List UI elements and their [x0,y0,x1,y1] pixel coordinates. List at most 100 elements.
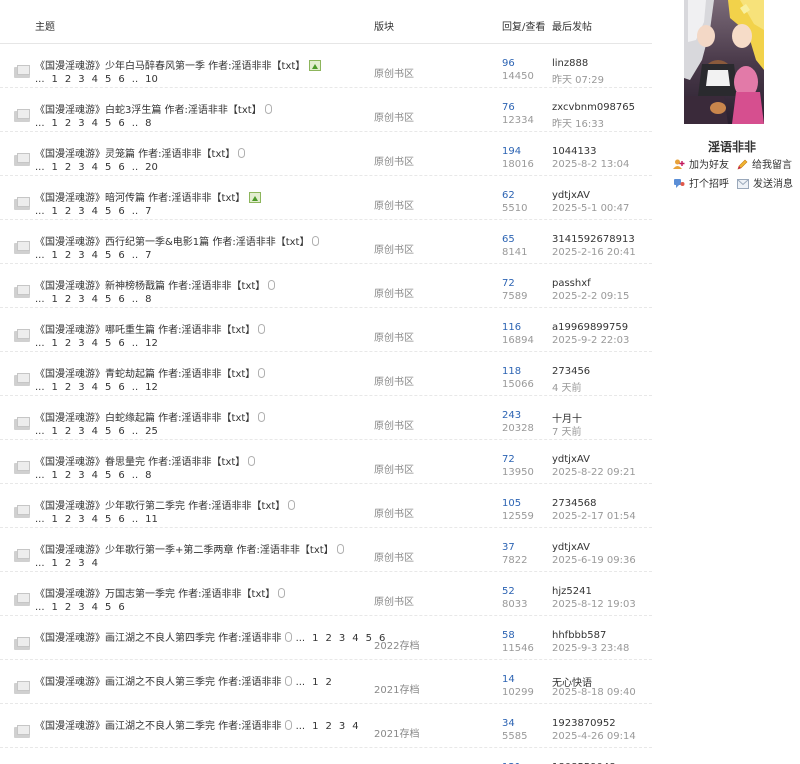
page-link[interactable]: 1 [52,382,58,393]
board-link[interactable]: 2021存档 [374,681,419,696]
page-link[interactable]: ... [35,118,45,129]
page-link[interactable]: 5 [366,633,372,644]
reply-count[interactable]: 76 [502,102,515,113]
page-link[interactable]: 2 [65,426,71,437]
last-poster-link[interactable]: 1044133 [552,146,597,157]
last-post-time[interactable]: 2025-2-16 20:41 [552,247,636,258]
thread-title[interactable]: 《国漫淫魂游》暗河传篇 作者:淫语非非【txt】 [35,193,245,204]
page-link[interactable]: 2 [65,118,71,129]
page-link[interactable]: .. [132,118,138,129]
reply-count[interactable]: 194 [502,146,521,157]
board-link[interactable]: 2022存档 [374,637,419,652]
page-link[interactable]: 2 [65,206,71,217]
reply-count[interactable]: 58 [502,630,515,641]
reply-count[interactable]: 72 [502,278,515,289]
reply-count[interactable]: 72 [502,454,515,465]
page-link[interactable]: 6 [118,294,124,305]
thread-title[interactable]: 《国漫淫魂游》画江湖之不良人第二季完 作者:淫语非非 [35,721,282,732]
page-link[interactable]: 4 [92,382,98,393]
page-link[interactable]: 6 [118,250,124,261]
page-link[interactable]: 5 [105,382,111,393]
thread-title-link[interactable]: 《国漫淫魂游》万国志第一季完 作者:淫语非非【txt】 [35,585,286,600]
board-link[interactable]: 原创书区 [374,373,414,388]
page-link[interactable]: ... [35,426,45,437]
page-link[interactable]: 4 [92,514,98,525]
page-link[interactable]: ... [35,558,45,569]
page-link[interactable]: .. [132,294,138,305]
last-post-time[interactable]: 7 天前 [552,423,582,438]
page-link[interactable]: 2 [325,677,331,688]
page-link[interactable]: 5 [105,470,111,481]
thread-title-link[interactable]: 《国漫淫魂游》少年歌行第二季完 作者:淫语非非【txt】 [35,497,296,512]
page-link[interactable]: 4 [92,74,98,85]
page-link[interactable]: .. [132,162,138,173]
page-link[interactable]: 2 [65,558,71,569]
thread-title-link[interactable]: 《国漫淫魂游》少年白马醉春风第一季 作者:淫语非非【txt】 [35,57,322,72]
page-link[interactable]: 1 [312,677,318,688]
page-link[interactable]: 5 [105,118,111,129]
page-link[interactable]: 6 [118,118,124,129]
page-link[interactable]: ... [296,633,306,644]
page-link[interactable]: 4 [92,294,98,305]
page-link[interactable]: 8 [145,118,151,129]
page-link[interactable]: ... [35,514,45,525]
reply-count[interactable]: 118 [502,366,521,377]
last-poster-link[interactable]: zxcvbnm098765 [552,102,635,113]
page-link[interactable]: ... [35,74,45,85]
page-link[interactable]: ... [35,250,45,261]
page-link[interactable]: 3 [339,633,345,644]
page-link[interactable]: 8 [145,470,151,481]
page-link[interactable]: .. [132,426,138,437]
board-link[interactable]: 原创书区 [374,109,414,124]
page-link[interactable]: .. [132,250,138,261]
last-poster-link[interactable]: hhfbbb587 [552,630,606,641]
board-link[interactable]: 原创书区 [374,549,414,564]
page-link[interactable]: 6 [118,74,124,85]
thread-title[interactable]: 《国漫淫魂游》西行纪第一季&电影1篇 作者:淫语非非【txt】 [35,237,309,248]
reply-count[interactable]: 116 [502,322,521,333]
page-link[interactable]: 2 [65,602,71,613]
last-post-time[interactable]: 2025-6-19 09:36 [552,555,636,566]
page-link[interactable]: 6 [118,426,124,437]
page-link[interactable]: 3 [78,294,84,305]
last-poster-link[interactable]: 2734568 [552,498,597,509]
last-poster-link[interactable]: ydtjxAV [552,454,590,465]
page-link[interactable]: 4 [352,633,358,644]
board-link[interactable]: 原创书区 [374,153,414,168]
board-link[interactable]: 原创书区 [374,461,414,476]
page-link[interactable]: 4 [92,118,98,129]
page-link[interactable]: 3 [78,162,84,173]
last-post-time[interactable]: 2025-8-18 09:40 [552,687,636,698]
page-link[interactable]: .. [132,74,138,85]
user-avatar[interactable] [684,0,764,124]
last-poster-link[interactable]: 3141592678913 [552,234,635,245]
page-link[interactable]: 3 [78,426,84,437]
thread-title-link[interactable]: 《国漫淫魂游》灵笼篇 作者:淫语非非【txt】 [35,145,246,160]
thread-title-link[interactable]: 《国漫淫魂游》画江湖之不良人第三季完 作者:淫语非非... 1 2 [35,673,339,688]
last-poster-link[interactable]: a19969899759 [552,322,628,333]
last-post-time[interactable]: 昨天 07:29 [552,71,604,86]
thread-title[interactable]: 《国漫淫魂游》白蛇缘起篇 作者:淫语非非【txt】 [35,413,255,424]
reply-count[interactable]: 14 [502,674,515,685]
page-link[interactable]: 6 [118,338,124,349]
page-link[interactable]: 3 [78,558,84,569]
thread-title-link[interactable]: 《国漫淫魂游》眷思量完 作者:淫语非非【txt】 [35,453,256,468]
page-link[interactable]: 4 [92,470,98,481]
thread-title-link[interactable]: 《国漫淫魂游》西行纪第一季&电影1篇 作者:淫语非非【txt】 [35,233,320,248]
page-link[interactable]: .. [132,206,138,217]
page-link[interactable]: 3 [339,721,345,732]
page-link[interactable]: 5 [105,250,111,261]
board-link[interactable]: 原创书区 [374,329,414,344]
page-link[interactable]: 5 [105,338,111,349]
page-link[interactable]: ... [296,721,306,732]
page-link[interactable]: 4 [92,338,98,349]
page-link[interactable]: 1 [52,118,58,129]
board-link[interactable]: 原创书区 [374,65,414,80]
thread-title[interactable]: 《国漫淫魂游》青蛇劫起篇 作者:淫语非非【txt】 [35,369,255,380]
last-poster-link[interactable]: passhxf [552,278,591,289]
page-link[interactable]: 8 [145,294,151,305]
last-post-time[interactable]: 2025-8-2 13:04 [552,159,629,170]
page-link[interactable]: 4 [92,558,98,569]
board-link[interactable]: 2021存档 [374,725,419,740]
page-link[interactable]: 2 [325,721,331,732]
